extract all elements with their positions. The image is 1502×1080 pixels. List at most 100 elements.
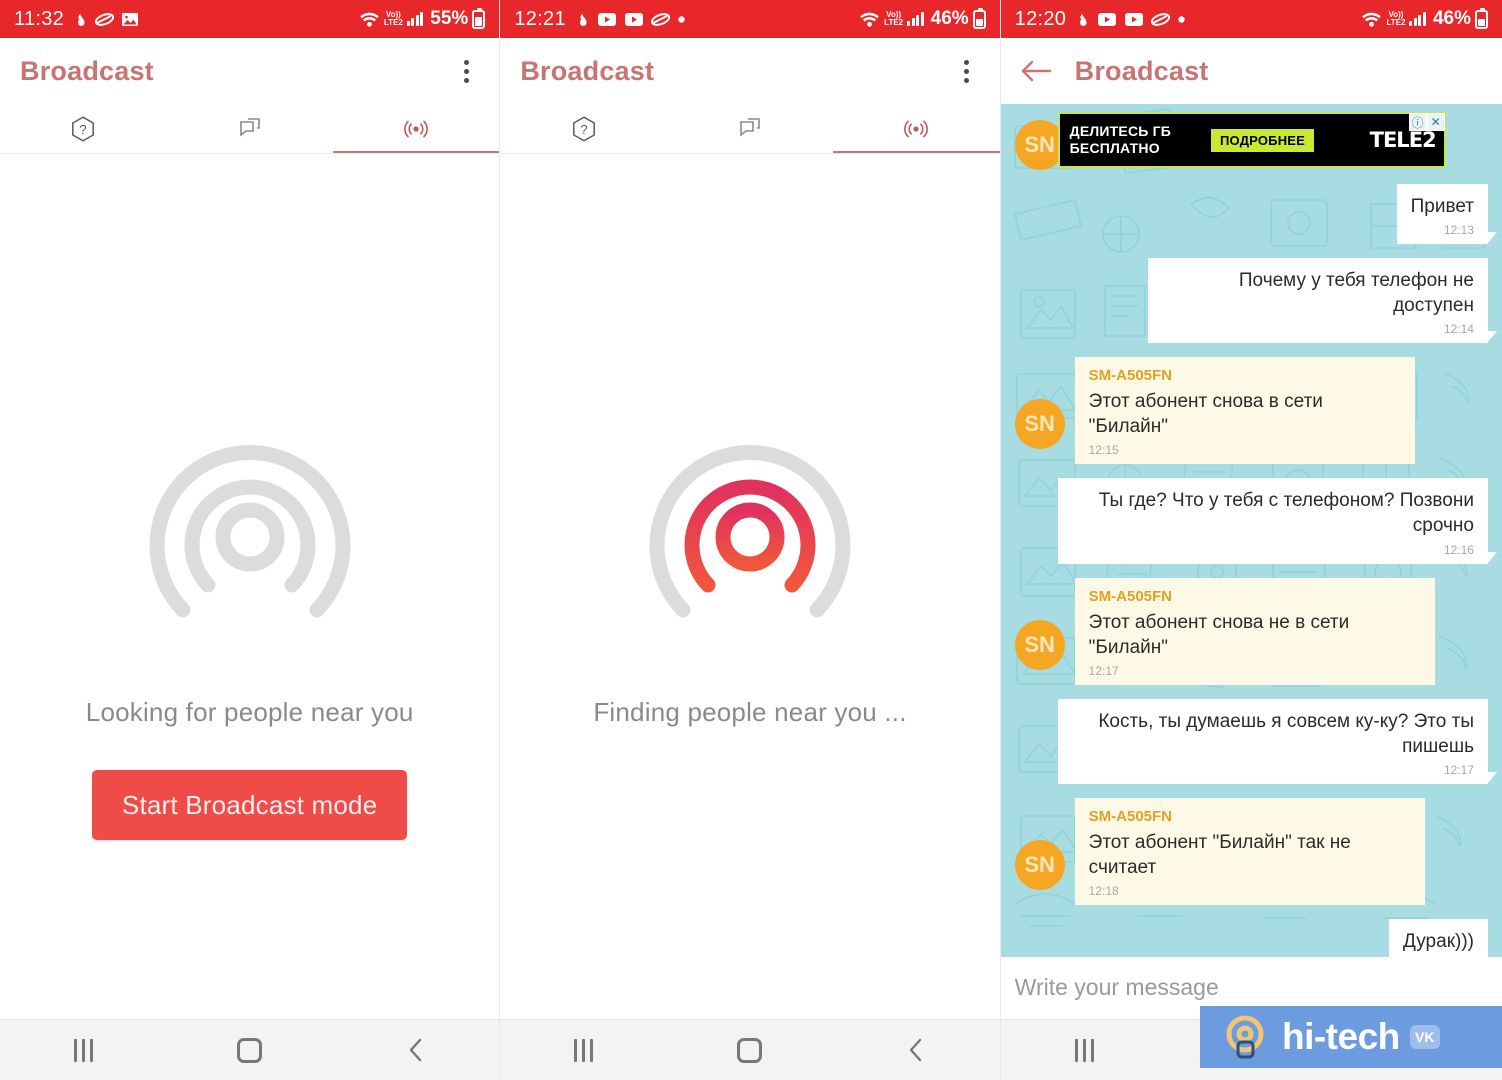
message-row: Привет 12:13 xyxy=(1015,184,1497,245)
status-right-icons: Vo)) LTE2 46% xyxy=(859,7,986,30)
broadcast-body: Finding people near you ... xyxy=(500,154,1000,1070)
nav-back-button[interactable] xyxy=(378,1027,454,1073)
avatar: SN xyxy=(1014,399,1065,450)
app-bar: Broadcast xyxy=(500,38,1000,104)
tab-chats[interactable] xyxy=(166,104,332,154)
message-text: Привет xyxy=(1410,196,1474,217)
bubble-tail xyxy=(1486,331,1497,344)
dot-icon xyxy=(1177,15,1186,24)
nav-home-button[interactable] xyxy=(712,1027,788,1073)
tab-help[interactable]: ? xyxy=(0,104,166,154)
hexagon-question-icon: ? xyxy=(72,116,95,142)
page-title: Broadcast xyxy=(1074,55,1209,86)
page-title: Broadcast xyxy=(520,55,655,86)
status-bar: 12:21 Vo)) LTE2 46% xyxy=(500,0,1000,38)
message-bubble[interactable]: Дурак))) 12:19 xyxy=(1388,919,1488,957)
leaf-icon xyxy=(95,12,115,27)
message-bubble[interactable]: Кость, ты думаешь я совсем ку-ку? Это ты… xyxy=(1057,698,1497,784)
tab-broadcast[interactable] xyxy=(332,104,500,154)
video-icon xyxy=(597,12,617,27)
dot-icon xyxy=(677,15,686,24)
info-icon[interactable]: ⓘ xyxy=(1408,113,1427,131)
message-bubble[interactable]: Ты где? Что у тебя с телефоном? Позвони … xyxy=(1057,478,1497,564)
wifi-icon xyxy=(1361,11,1382,28)
overflow-menu-button[interactable] xyxy=(453,54,479,88)
message-bubble[interactable]: Привет 12:13 xyxy=(1396,184,1497,245)
tab-broadcast[interactable] xyxy=(833,104,1000,154)
status-time: 12:20 xyxy=(1014,7,1067,30)
radar-idle-icon xyxy=(145,442,355,652)
vibrate-icon xyxy=(73,11,88,28)
message-text: Дурак))) xyxy=(1402,931,1474,953)
message-row: SN SM-A505FN Этот абонент снова не в сет… xyxy=(1014,577,1488,685)
broadcast-icon xyxy=(404,120,428,138)
watermark-badge: hi-tech VK xyxy=(1199,1006,1502,1068)
video-icon xyxy=(624,12,644,27)
battery-icon xyxy=(1474,7,1488,29)
ad-cta-button[interactable]: ПОДРОБНЕЕ xyxy=(1211,128,1315,152)
nav-recents-button[interactable] xyxy=(1046,1027,1122,1073)
message-time: 12:16 xyxy=(1443,542,1474,557)
at-icon xyxy=(1226,1015,1264,1059)
system-nav-bar xyxy=(500,1019,1000,1080)
message-input-placeholder[interactable]: Write your message xyxy=(1015,974,1219,1001)
close-icon[interactable]: ✕ xyxy=(1426,113,1445,131)
battery-percent: 46% xyxy=(930,8,969,29)
nav-home-button[interactable] xyxy=(212,1027,288,1073)
bubble-tail xyxy=(1486,551,1497,564)
leaf-icon xyxy=(1151,12,1171,27)
signal-bars-icon xyxy=(907,12,924,26)
svg-text:?: ? xyxy=(580,122,587,137)
message-row: SN SM-A505FN Этот абонент снова в сети "… xyxy=(1014,357,1488,465)
tab-bar: ? xyxy=(500,104,1000,154)
screenshot-stage: 11:32 Vo)) LTE2 55% Broadcast ? Looking … xyxy=(0,0,1502,1080)
status-bar: 11:32 Vo)) LTE2 55% xyxy=(0,0,500,38)
message-bubble[interactable]: SM-A505FN Этот абонент "Билайн" так не с… xyxy=(1074,797,1425,906)
battery-icon xyxy=(472,7,486,29)
nav-back-button[interactable] xyxy=(878,1027,954,1073)
message-time: 12:14 xyxy=(1443,322,1474,337)
start-broadcast-button[interactable]: Start Broadcast mode xyxy=(91,770,408,840)
chat-message-area: ДЕЛИТЕСЬ ГБ БЕСПЛАТНО ПОДРОБНЕЕ TELE2 ⓘ … xyxy=(1000,104,1502,957)
panel-broadcast-finding: 12:21 Vo)) LTE2 46% Broadcast ? Finding … xyxy=(499,0,1000,1080)
broadcast-status-text: Looking for people near you xyxy=(85,697,414,727)
status-time: 11:32 xyxy=(14,7,65,30)
bubble-tail xyxy=(1486,232,1497,245)
nav-recents-button[interactable] xyxy=(45,1027,121,1073)
avatar: SN xyxy=(1014,619,1065,670)
svg-text:?: ? xyxy=(80,122,87,137)
message-sender: SM-A505FN xyxy=(1088,367,1173,385)
recents-icon xyxy=(574,1038,594,1062)
message-bubble[interactable]: Почему у тебя телефон не доступен 12:14 xyxy=(1147,258,1497,344)
ad-banner[interactable]: ДЕЛИТЕСЬ ГБ БЕСПЛАТНО ПОДРОБНЕЕ TELE2 ⓘ … xyxy=(1057,112,1446,168)
message-row: Почему у тебя телефон не доступен 12:14 xyxy=(1015,258,1497,344)
message-bubble[interactable]: SM-A505FN Этот абонент снова в сети "Бил… xyxy=(1074,357,1415,465)
status-time: 12:21 xyxy=(514,7,566,30)
nav-recents-button[interactable] xyxy=(546,1027,622,1073)
tab-chats[interactable] xyxy=(667,104,833,154)
volte-icon: Vo)) LTE2 xyxy=(1386,10,1406,27)
overflow-menu-button[interactable] xyxy=(954,54,980,88)
message-time: 12:17 xyxy=(1443,762,1474,777)
message-time: 12:17 xyxy=(1088,663,1119,678)
recents-icon xyxy=(1074,1038,1094,1062)
panel-broadcast-idle: 11:32 Vo)) LTE2 55% Broadcast ? Looking … xyxy=(0,0,500,1080)
message-text: Кость, ты думаешь я совсем ку-ку? Это ты… xyxy=(1098,710,1474,757)
message-bubble[interactable]: SM-A505FN Этот абонент снова не в сети "… xyxy=(1074,577,1435,685)
hexagon-question-icon: ? xyxy=(572,116,595,142)
message-row: SN SM-A505FN Этот абонент "Билайн" так н… xyxy=(1014,797,1488,906)
battery-icon xyxy=(972,7,986,29)
broadcast-body: Looking for people near you Start Broadc… xyxy=(0,154,500,1070)
leaf-icon xyxy=(650,12,670,27)
broadcast-icon xyxy=(904,120,929,138)
vibrate-icon xyxy=(575,11,590,28)
tab-help[interactable]: ? xyxy=(500,104,666,154)
status-left-icons xyxy=(575,11,686,28)
message-sender: SM-A505FN xyxy=(1088,587,1173,605)
ad-text: ДЕЛИТЕСЬ ГБ БЕСПЛАТНО xyxy=(1069,122,1172,157)
chat-bubbles-icon xyxy=(239,118,260,137)
back-arrow-icon[interactable] xyxy=(1019,54,1053,88)
broadcast-status-text: Finding people near you ... xyxy=(593,697,907,727)
battery-percent: 55% xyxy=(430,8,469,29)
page-title: Broadcast xyxy=(20,55,154,86)
